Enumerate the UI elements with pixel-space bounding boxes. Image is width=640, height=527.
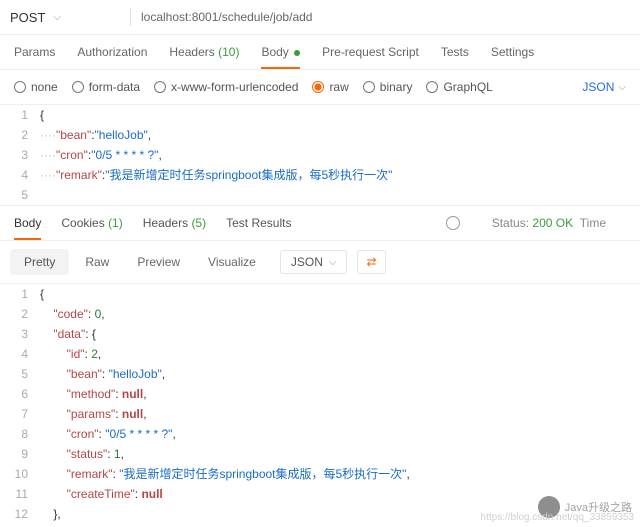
request-body-editor[interactable]: 1{ 2····"bean":"helloJob", 3····"cron":"… — [0, 105, 640, 206]
chevron-down-icon: ⌵ — [329, 257, 337, 268]
status-info: Status: 200 OK Time — [492, 216, 606, 230]
tab-authorization[interactable]: Authorization — [77, 45, 147, 59]
view-raw[interactable]: Raw — [73, 249, 121, 275]
chevron-down-icon: ⌵ — [618, 82, 626, 93]
tab-prerequest[interactable]: Pre-request Script — [322, 45, 419, 59]
globe-icon[interactable] — [446, 216, 460, 230]
body-type-radios: none form-data x-www-form-urlencoded raw… — [0, 70, 640, 105]
active-dot — [294, 50, 300, 56]
request-tabs: Params Authorization Headers (10) Body P… — [0, 35, 640, 70]
divider — [130, 8, 131, 26]
radio-binary[interactable]: binary — [363, 80, 413, 94]
response-body-viewer[interactable]: 1{ 2 "code": 0, 3 "data": { 4 "id": 2, 5… — [0, 284, 640, 524]
tab-params[interactable]: Params — [14, 45, 55, 59]
resp-tab-cookies[interactable]: Cookies (1) — [61, 216, 122, 230]
wrap-lines-button[interactable]: ⇄ — [357, 250, 385, 274]
tab-headers[interactable]: Headers (10) — [169, 45, 239, 59]
http-method-label: POST — [10, 10, 45, 25]
radio-raw[interactable]: raw — [312, 80, 348, 94]
response-format-select[interactable]: JSON ⌵ — [280, 250, 348, 274]
tab-settings[interactable]: Settings — [491, 45, 534, 59]
resp-tab-test-results[interactable]: Test Results — [226, 216, 291, 230]
radio-form-data[interactable]: form-data — [72, 80, 140, 94]
headers-count: (10) — [218, 45, 239, 59]
view-pretty[interactable]: Pretty — [10, 249, 69, 275]
radio-graphql[interactable]: GraphQL — [426, 80, 492, 94]
view-visualize[interactable]: Visualize — [196, 249, 268, 275]
resp-tab-headers[interactable]: Headers (5) — [143, 216, 206, 230]
radio-x-www-form-urlencoded[interactable]: x-www-form-urlencoded — [154, 80, 298, 94]
radio-none[interactable]: none — [14, 80, 58, 94]
tab-body[interactable]: Body — [261, 45, 300, 59]
response-view-tabs: Pretty Raw Preview Visualize JSON ⌵ ⇄ — [0, 241, 640, 284]
sub-watermark: https://blog.csdn.net/qq_33859353 — [481, 512, 634, 523]
tab-tests[interactable]: Tests — [441, 45, 469, 59]
http-method-select[interactable]: POST ⌵ — [10, 10, 120, 25]
chevron-down-icon: ⌵ — [53, 12, 61, 23]
url-input[interactable]: localhost:8001/schedule/job/add — [141, 10, 630, 24]
body-format-select[interactable]: JSON⌵ — [582, 80, 626, 94]
resp-tab-body[interactable]: Body — [14, 216, 41, 230]
response-tabs: Body Cookies (1) Headers (5) Test Result… — [0, 206, 640, 241]
view-preview[interactable]: Preview — [125, 249, 192, 275]
